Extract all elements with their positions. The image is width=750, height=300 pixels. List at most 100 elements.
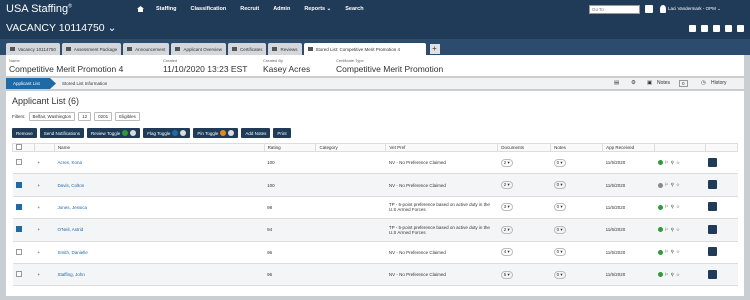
remove-button[interactable]: Remove [12, 128, 37, 138]
nav-admin[interactable]: Admin [273, 6, 290, 12]
documents-dropdown[interactable]: 4 ▾ [500, 248, 513, 257]
row-checkbox[interactable] [15, 203, 22, 210]
nav-staffing[interactable]: Staffing [156, 6, 176, 12]
notes-dropdown[interactable]: 0 ▾ [553, 181, 566, 190]
send-notifications-button[interactable]: Send Notifications [39, 128, 85, 138]
applicant-name-link[interactable]: Acres, Kona [57, 160, 82, 165]
flag-toggle-button[interactable]: Flag Toggle [143, 128, 191, 138]
star-icon[interactable]: ☆ [676, 182, 680, 188]
applicant-details-icon[interactable] [708, 180, 718, 190]
pin-icon[interactable]: ⚲ [671, 160, 674, 166]
user-menu[interactable]: Laci Vandermark - OPM ⌄ [668, 6, 721, 12]
workflow-icon[interactable] [689, 25, 696, 32]
rating-header[interactable]: Rating [263, 143, 317, 152]
review-status-icon[interactable] [657, 249, 663, 255]
vetpref-header[interactable]: Vet Pref [385, 143, 499, 152]
expand-icon[interactable]: + [37, 227, 40, 232]
expand-icon[interactable]: + [37, 250, 40, 255]
goto-input[interactable]: Go To [589, 5, 640, 14]
row-checkbox[interactable] [15, 226, 22, 233]
list-icon[interactable] [737, 25, 744, 32]
pin-icon[interactable]: ⚲ [671, 204, 674, 210]
expand-icon[interactable]: + [37, 160, 40, 165]
add-notes-button[interactable]: Add Notes [241, 128, 271, 138]
applicant-details-icon[interactable] [708, 247, 718, 257]
applicant-name-link[interactable]: Smith, Danielle [57, 250, 87, 255]
row-checkbox[interactable] [15, 159, 22, 166]
pin-icon[interactable]: ⚲ [671, 182, 674, 188]
row-checkbox[interactable] [15, 248, 22, 255]
tab-announcement[interactable]: Announcement [123, 43, 170, 55]
expand-icon[interactable]: + [37, 205, 40, 210]
crumb-stored-list-info[interactable]: Stored List Information [62, 81, 107, 86]
calendar-icon[interactable] [713, 25, 720, 32]
expand-icon[interactable]: + [37, 272, 40, 277]
tab-stored-list[interactable]: Stored List: Competitive Merit Promotion… [303, 43, 426, 55]
row-checkbox[interactable] [15, 271, 22, 278]
flag-icon[interactable]: ⚐ [665, 227, 669, 233]
documents-dropdown[interactable]: 3 ▾ [500, 203, 513, 212]
brand-logo[interactable]: USA Staffing® [6, 3, 72, 15]
app-received-header[interactable]: App Received [602, 143, 656, 152]
row-checkbox[interactable] [15, 181, 22, 188]
applicant-name-link[interactable]: Jones, Jessica [57, 205, 87, 210]
filter-chip[interactable]: Eligibles [115, 112, 140, 121]
gear-icon[interactable]: ⚙ [631, 80, 636, 86]
star-icon[interactable]: ☆ [676, 249, 680, 255]
review-status-icon[interactable] [657, 272, 663, 278]
flag-icon[interactable]: ⚐ [665, 204, 669, 210]
applicant-details-icon[interactable] [708, 269, 718, 279]
pin-icon[interactable]: ⚲ [671, 249, 674, 255]
applicant-name-link[interactable]: Staffing, John [57, 272, 84, 277]
pin-toggle-button[interactable]: Pin Toggle [193, 128, 239, 138]
chart-icon[interactable] [725, 25, 732, 32]
filter-chip[interactable]: Belfair, Washington [28, 112, 76, 121]
applicant-name-link[interactable]: Davis, Colton [57, 183, 84, 188]
add-tab-button[interactable]: + [429, 44, 440, 54]
print-icon[interactable]: ▤ [614, 80, 619, 86]
tab-vacancy[interactable]: Vacancy 10114750 [6, 43, 60, 55]
flag-icon[interactable]: ⚐ [665, 249, 669, 255]
notes-dropdown[interactable]: 0 ▾ [553, 158, 566, 167]
notes-button[interactable]: Notes [657, 80, 670, 86]
review-status-icon[interactable] [657, 227, 663, 233]
nav-search[interactable]: Search [345, 6, 363, 12]
flag-icon[interactable]: ⚐ [665, 182, 669, 188]
flag-icon[interactable]: ⚐ [665, 160, 669, 166]
star-icon[interactable]: ☆ [676, 160, 680, 166]
notes-icon[interactable]: ▣ [647, 80, 652, 86]
star-icon[interactable]: ☆ [676, 227, 680, 233]
filter-chip[interactable]: 12 [78, 112, 92, 121]
star-icon[interactable]: ☆ [676, 272, 680, 278]
filter-chip[interactable]: 0201 [94, 112, 113, 121]
tab-reviews[interactable]: Reviews [268, 43, 302, 55]
crumb-applicant-list[interactable]: Applicant List [6, 78, 56, 89]
history-icon[interactable]: ◷ [701, 80, 706, 86]
applicant-name-link[interactable]: O'Neil, Astrid [57, 227, 83, 232]
notes-dropdown[interactable]: 0 ▾ [553, 203, 566, 212]
applicant-details-icon[interactable] [708, 202, 718, 212]
applicant-details-icon[interactable] [708, 157, 718, 167]
mail-icon[interactable] [701, 25, 708, 32]
flag-icon[interactable]: ⚐ [665, 272, 669, 278]
notes-dropdown[interactable]: 0 ▾ [553, 270, 566, 279]
documents-dropdown[interactable]: 2 ▾ [500, 225, 513, 234]
notes-dropdown[interactable]: 0 ▾ [553, 248, 566, 257]
documents-header[interactable]: Documents [497, 143, 552, 152]
history-button[interactable]: History [711, 80, 727, 86]
select-all-checkbox[interactable] [16, 144, 22, 150]
vacancy-title[interactable]: VACANCY 10114750 ⌄ [6, 22, 116, 34]
documents-dropdown[interactable]: 5 ▾ [500, 270, 513, 279]
star-icon[interactable]: ☆ [676, 204, 680, 210]
nav-classification[interactable]: Classification [190, 6, 226, 12]
nav-recruit[interactable]: Recruit [240, 6, 259, 12]
name-header[interactable]: Name [53, 143, 265, 152]
review-status-icon[interactable] [657, 182, 663, 188]
documents-dropdown[interactable]: 2 ▾ [500, 158, 513, 167]
review-status-icon[interactable] [657, 204, 663, 210]
nav-reports[interactable]: Reports ⌄ [304, 6, 331, 12]
print-button[interactable]: Print [273, 128, 291, 138]
notes-header[interactable]: Notes [550, 143, 604, 152]
pin-icon[interactable]: ⚲ [671, 227, 674, 233]
goto-icon[interactable] [645, 5, 653, 13]
